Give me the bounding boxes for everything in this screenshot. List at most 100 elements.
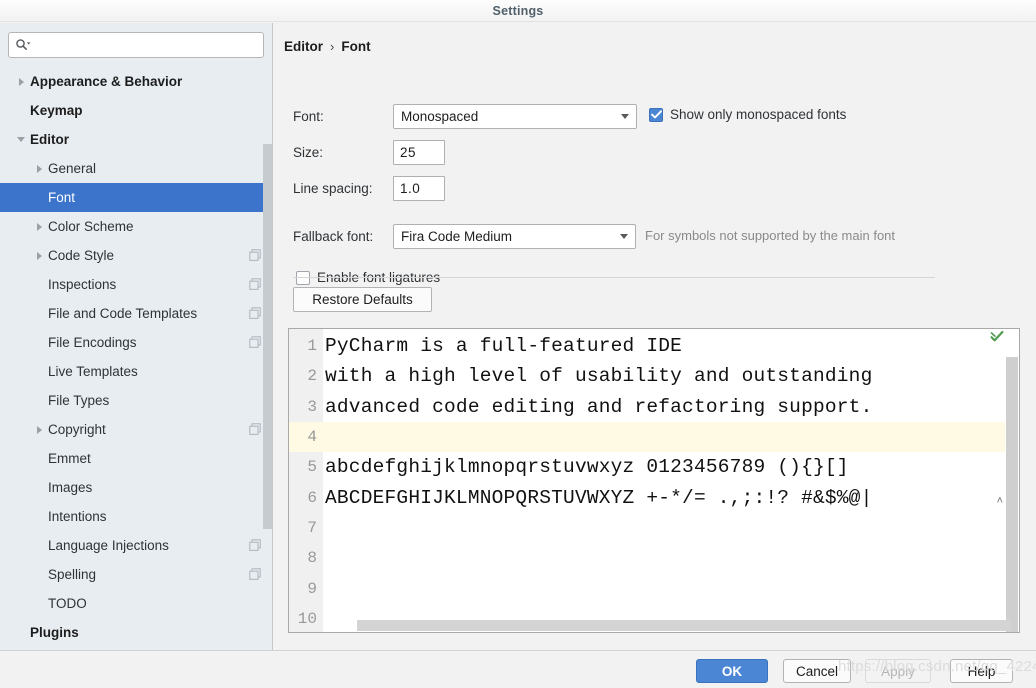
- editor-line-text: ABCDEFGHIJKLMNOPQRSTUVWXYZ +-*/= .,;:!? …: [325, 486, 873, 509]
- editor-line[interactable]: 3 advanced code editing and refactoring s…: [289, 392, 1019, 422]
- sidebar-item-emmet[interactable]: Emmet: [0, 444, 272, 473]
- cancel-button[interactable]: Cancel: [783, 659, 851, 683]
- chevron-down-icon[interactable]: [14, 133, 28, 147]
- sidebar-item-file-encodings[interactable]: File Encodings: [0, 328, 272, 357]
- size-row: Size: 25: [293, 140, 445, 165]
- sidebar-item-color-scheme[interactable]: Color Scheme: [0, 212, 272, 241]
- sidebar-item-language-injections[interactable]: Language Injections: [0, 531, 272, 560]
- font-preview-editor[interactable]: 1 PyCharm is a full-featured IDE 2 with a h…: [288, 328, 1020, 633]
- sidebar-item-font[interactable]: Font: [0, 183, 272, 212]
- twisty-placeholder: [32, 336, 46, 350]
- font-family-select[interactable]: Monospaced: [393, 104, 637, 129]
- copy-settings-icon[interactable]: [249, 307, 262, 320]
- sidebar-item-inspections[interactable]: Inspections: [0, 270, 272, 299]
- editor-horizontal-scrollbar-track[interactable]: [323, 619, 1011, 632]
- sidebar-item-live-templates[interactable]: Live Templates: [0, 357, 272, 386]
- search-container: [0, 23, 272, 64]
- show-monospaced-checkbox-row[interactable]: Show only monospaced fonts: [649, 107, 846, 122]
- sidebar-item-plugins[interactable]: Plugins: [0, 618, 272, 647]
- help-button[interactable]: Help: [950, 659, 1013, 683]
- sidebar-item-code-style[interactable]: Code Style: [0, 241, 272, 270]
- editor-line[interactable]: 1 PyCharm is a full-featured IDE: [289, 331, 1019, 361]
- search-input[interactable]: [31, 37, 257, 53]
- sidebar-item-label: File and Code Templates: [48, 306, 198, 321]
- sidebar-item-general[interactable]: General: [0, 154, 272, 183]
- ok-check-icon[interactable]: [990, 330, 1004, 344]
- sidebar-item-editor[interactable]: Editor: [0, 125, 272, 154]
- editor-line-number: 3: [307, 397, 317, 416]
- dialog-button-bar: OK Cancel Apply Help: [0, 650, 1036, 688]
- font-size-input[interactable]: 25: [393, 140, 445, 165]
- editor-line-number: 8: [307, 549, 317, 568]
- search-box[interactable]: [8, 32, 264, 58]
- sidebar-item-file-and-code-templates[interactable]: File and Code Templates: [0, 299, 272, 328]
- editor-line[interactable]: 4: [289, 421, 1019, 453]
- sidebar-item-keymap[interactable]: Keymap: [0, 96, 272, 125]
- editor-line-number: 9: [307, 579, 317, 598]
- twisty-placeholder: [32, 539, 46, 553]
- twisty-placeholder: [32, 307, 46, 321]
- editor-line[interactable]: 8: [289, 543, 1019, 573]
- sidebar-item-label: File Encodings: [48, 335, 137, 350]
- sidebar-item-images[interactable]: Images: [0, 473, 272, 502]
- chevron-down-icon: [613, 225, 635, 248]
- ok-button[interactable]: OK: [696, 659, 768, 683]
- sidebar-item-todo[interactable]: TODO: [0, 589, 272, 618]
- apply-button: Apply: [865, 659, 931, 683]
- line-spacing-input[interactable]: 1.0: [393, 176, 445, 201]
- editor-line[interactable]: 2 with a high level of usability and outs…: [289, 361, 1019, 391]
- chevron-down-icon: [614, 105, 636, 128]
- sidebar-item-label: Plugins: [30, 625, 79, 640]
- font-family-value: Monospaced: [401, 109, 479, 124]
- sidebar-item-copyright[interactable]: Copyright: [0, 415, 272, 444]
- editor-horizontal-scrollbar-thumb[interactable]: [357, 620, 1011, 631]
- breadcrumb: Editor › Font: [284, 39, 371, 54]
- copy-settings-icon[interactable]: [249, 336, 262, 349]
- sidebar-scrollbar-track[interactable]: [263, 59, 272, 649]
- twisty-placeholder: [32, 278, 46, 292]
- show-monospaced-checkbox[interactable]: [649, 107, 663, 122]
- fallback-font-select[interactable]: Fira Code Medium: [393, 224, 636, 249]
- settings-tree: Appearance & Behavior Keymap Editor General…: [0, 67, 272, 647]
- breadcrumb-separator-icon: ›: [330, 39, 335, 54]
- editor-line[interactable]: 6 ABCDEFGHIJKLMNOPQRSTUVWXYZ +-*/= .,;:!?…: [289, 482, 1019, 512]
- sidebar-item-label: Live Templates: [48, 364, 138, 379]
- sidebar-item-label: Spelling: [48, 567, 97, 582]
- scroll-up-caret-icon: ˄: [996, 495, 1003, 507]
- editor-line-number: 10: [297, 609, 317, 628]
- copy-settings-icon[interactable]: [249, 278, 262, 291]
- editor-line-text: advanced code editing and refactoring su…: [325, 395, 873, 418]
- caret-line-highlight: [289, 421, 1019, 453]
- copy-settings-icon[interactable]: [249, 249, 262, 262]
- chevron-right-icon[interactable]: [32, 423, 46, 437]
- editor-line-number: 2: [307, 367, 317, 386]
- breadcrumb-root[interactable]: Editor: [284, 39, 323, 54]
- editor-line[interactable]: 9: [289, 573, 1019, 603]
- editor-line[interactable]: 5 abcdefghijklmnopqrstuvwxyz 0123456789 (…: [289, 452, 1019, 482]
- window-title: Settings: [492, 3, 544, 18]
- editor-line-text: with a high level of usability and outst…: [325, 365, 873, 388]
- restore-defaults-button[interactable]: Restore Defaults: [293, 287, 432, 312]
- sidebar-item-appearance-behavior[interactable]: Appearance & Behavior: [0, 67, 272, 96]
- sidebar-item-file-types[interactable]: File Types: [0, 386, 272, 415]
- editor-vertical-scrollbar-track[interactable]: [1005, 343, 1019, 632]
- chevron-right-icon[interactable]: [32, 249, 46, 263]
- sidebar-item-label: Appearance & Behavior: [30, 74, 183, 89]
- fallback-font-value: Fira Code Medium: [401, 229, 513, 244]
- chevron-right-icon[interactable]: [32, 220, 46, 234]
- search-icon: [15, 38, 31, 52]
- section-divider: [293, 277, 935, 278]
- editor-vertical-scrollbar-thumb[interactable]: [1006, 357, 1018, 632]
- fallback-font-row: Fallback font: Fira Code Medium: [293, 224, 636, 249]
- sidebar-scrollbar-thumb[interactable]: [263, 144, 272, 529]
- twisty-placeholder: [32, 481, 46, 495]
- sidebar-item-label: Copyright: [48, 422, 106, 437]
- sidebar-item-spelling[interactable]: Spelling: [0, 560, 272, 589]
- editor-line[interactable]: 7: [289, 513, 1019, 543]
- copy-settings-icon[interactable]: [249, 539, 262, 552]
- chevron-right-icon[interactable]: [14, 75, 28, 89]
- sidebar-item-intentions[interactable]: Intentions: [0, 502, 272, 531]
- chevron-right-icon[interactable]: [32, 162, 46, 176]
- copy-settings-icon[interactable]: [249, 568, 262, 581]
- copy-settings-icon[interactable]: [249, 423, 262, 436]
